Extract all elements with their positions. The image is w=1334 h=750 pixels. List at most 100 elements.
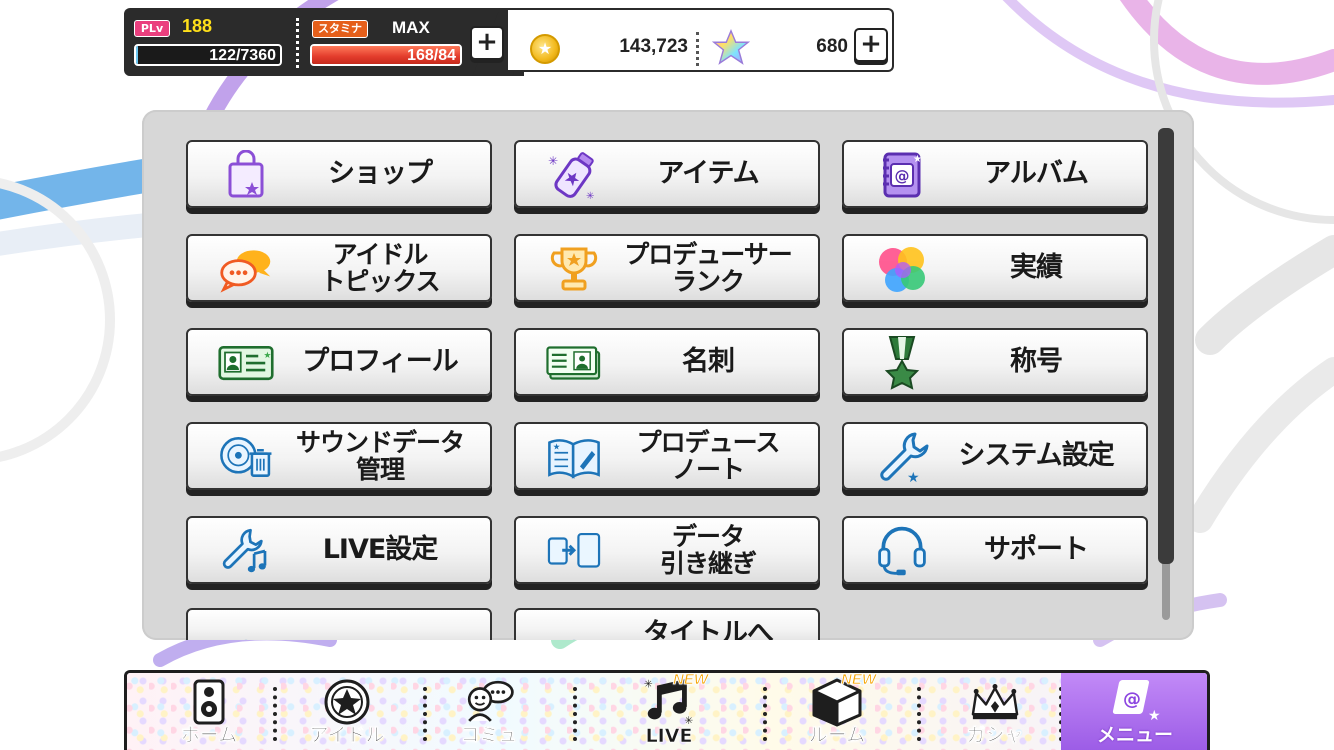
menu-button-6[interactable]: ★ プロフィール [186, 328, 492, 396]
profile-card-icon: ★ [218, 338, 274, 388]
nav-tab-label: メニュー [1096, 724, 1173, 746]
partial-icon [546, 628, 602, 640]
menu-button-10[interactable]: ★ プロデュース ノート [514, 422, 820, 490]
menu-button-label: ショップ [328, 158, 433, 189]
nav-tab-0[interactable]: ホーム [139, 673, 279, 750]
wrench-icon: ★ [874, 432, 930, 484]
nav-tab-3[interactable]: ✳ ✳ LIVE NEW [599, 673, 739, 750]
menu-button-13[interactable]: データ 引き継ぎ [514, 516, 820, 584]
menu-button-1[interactable]: ✳ ✳ アイテム [514, 140, 820, 208]
menu-panel: ショップ ✳ ✳ アイテム @ ★ アルバム アイドル トピックス プロデューサー ランク 実績 ★… [142, 110, 1194, 640]
producer-level-value: 188 [182, 16, 213, 36]
menu-button-14[interactable]: サポート [842, 516, 1148, 584]
speech-bubbles-icon [218, 244, 274, 294]
bottom-nav: ホーム アイドル コミュ ✳ ✳ LIVE NEW ルーム NEW ガシャ @ ★ メニュー [124, 670, 1210, 750]
menu-button-label: データ 引き継ぎ [659, 522, 757, 578]
data-transfer-icon [546, 526, 602, 576]
menu-button-8[interactable]: 称号 [842, 328, 1148, 396]
stamina-text: 168/84 [407, 47, 456, 64]
menu-button-label: プロフィール [302, 346, 458, 377]
money-amount: 143,723 [619, 36, 688, 57]
svg-text:★: ★ [907, 470, 920, 484]
nav-tab-label: ホーム [180, 724, 238, 747]
menu-button-label: アルバム [984, 158, 1089, 189]
svg-text:★: ★ [913, 154, 922, 165]
nav-tab-1[interactable]: アイドル [277, 673, 417, 750]
status-bar: PLv 188 122/7360 スタミナ MAX 168/84 + ★ 143… [124, 8, 894, 76]
nav-tab-6[interactable]: @ ★ メニュー [1061, 673, 1207, 750]
svg-text:@: @ [1123, 689, 1141, 710]
svg-text:★: ★ [264, 351, 272, 361]
disc-trash-icon [218, 432, 274, 482]
divider [296, 18, 299, 68]
new-badge: NEW [673, 671, 709, 688]
star-jewel-icon [712, 28, 750, 65]
producer-level-tag: PLv [134, 20, 170, 37]
menu-button-0[interactable]: ショップ [186, 140, 492, 208]
home-speaker-icon [182, 679, 236, 725]
menu-button-label: タイトルへ [643, 618, 774, 641]
nav-tab-label: ルーム [808, 724, 866, 747]
shopping-bag-icon [218, 150, 274, 200]
svg-text:★: ★ [553, 441, 561, 451]
menu-button-2[interactable]: @ ★ アルバム [842, 140, 1148, 208]
menu-button-9[interactable]: サウンドデータ 管理 [186, 422, 492, 490]
menu-button-label [278, 610, 482, 640]
stamina-bar: 168/84 [310, 44, 462, 66]
menu-button-11[interactable]: ★ システム設定 [842, 422, 1148, 490]
nav-tab-label: ガシャ [966, 724, 1024, 747]
experience-text: 122/7360 [209, 47, 276, 64]
menu-button-15[interactable] [186, 608, 492, 640]
nav-tab-label: コミュ [460, 724, 518, 747]
menu-button-3[interactable]: アイドル トピックス [186, 234, 492, 302]
nav-tab-label: アイドル [309, 724, 385, 747]
experience-bar: 122/7360 [134, 44, 282, 66]
svg-text:✳: ✳ [548, 154, 558, 168]
menu-button-7[interactable]: 名刺 [514, 328, 820, 396]
scrollbar-thumb[interactable] [1158, 128, 1174, 564]
menu-icon: @ ★ [1108, 679, 1162, 725]
menu-button-label: アイドル トピックス [320, 240, 440, 296]
idol-star-icon [320, 679, 374, 725]
menu-button-5[interactable]: 実績 [842, 234, 1148, 302]
menu-button-label: サウンドデータ 管理 [295, 428, 465, 484]
svg-text:@: @ [895, 167, 910, 185]
jewel-amount: 680 [816, 36, 848, 57]
headset-icon [874, 526, 930, 576]
nav-tab-5[interactable]: ガシャ [925, 673, 1065, 750]
trophy-icon [546, 244, 602, 294]
commu-chat-icon [462, 679, 516, 725]
nav-divider [917, 687, 921, 741]
divider [696, 32, 699, 66]
stamina-max-label: MAX [392, 18, 430, 37]
menu-button-label: LIVE設定 [322, 534, 439, 565]
menu-button-label: プロデュース ノート [636, 428, 781, 484]
menu-button-label: サポート [984, 534, 1089, 565]
stamina-tag: スタミナ [312, 20, 368, 38]
add-jewels-button[interactable]: + [854, 28, 888, 62]
menu-button-label: プロデューサー ランク [624, 240, 793, 296]
menu-button-16[interactable]: タイトルへ [514, 608, 820, 640]
medal-icon [874, 336, 930, 390]
business-card-icon [546, 338, 602, 388]
menu-button-12[interactable]: LIVE設定 [186, 516, 492, 584]
menu-button-label: アイテム [657, 158, 759, 189]
menu-button-label: 称号 [1010, 346, 1063, 377]
money-coin-icon: ★ [530, 34, 560, 64]
menu-button-label: 実績 [1010, 252, 1063, 283]
menu-button-label: 名刺 [682, 346, 735, 377]
nav-tab-2[interactable]: コミュ [419, 673, 559, 750]
wrench-music-icon [218, 526, 274, 576]
game-center-icon [874, 244, 930, 294]
svg-text:✳: ✳ [586, 191, 594, 201]
svg-text:✳: ✳ [644, 679, 653, 691]
album-icon: @ ★ [874, 150, 930, 200]
nav-tab-4[interactable]: ルーム NEW [767, 673, 907, 750]
nav-divider [573, 687, 577, 741]
menu-button-4[interactable]: プロデューサー ランク [514, 234, 820, 302]
crown-icon [968, 679, 1022, 725]
add-stamina-button[interactable]: + [470, 26, 504, 60]
nav-tab-label: LIVE [645, 725, 693, 748]
menu-button-label: システム設定 [958, 440, 1114, 471]
experience-bar-fill [136, 46, 139, 64]
